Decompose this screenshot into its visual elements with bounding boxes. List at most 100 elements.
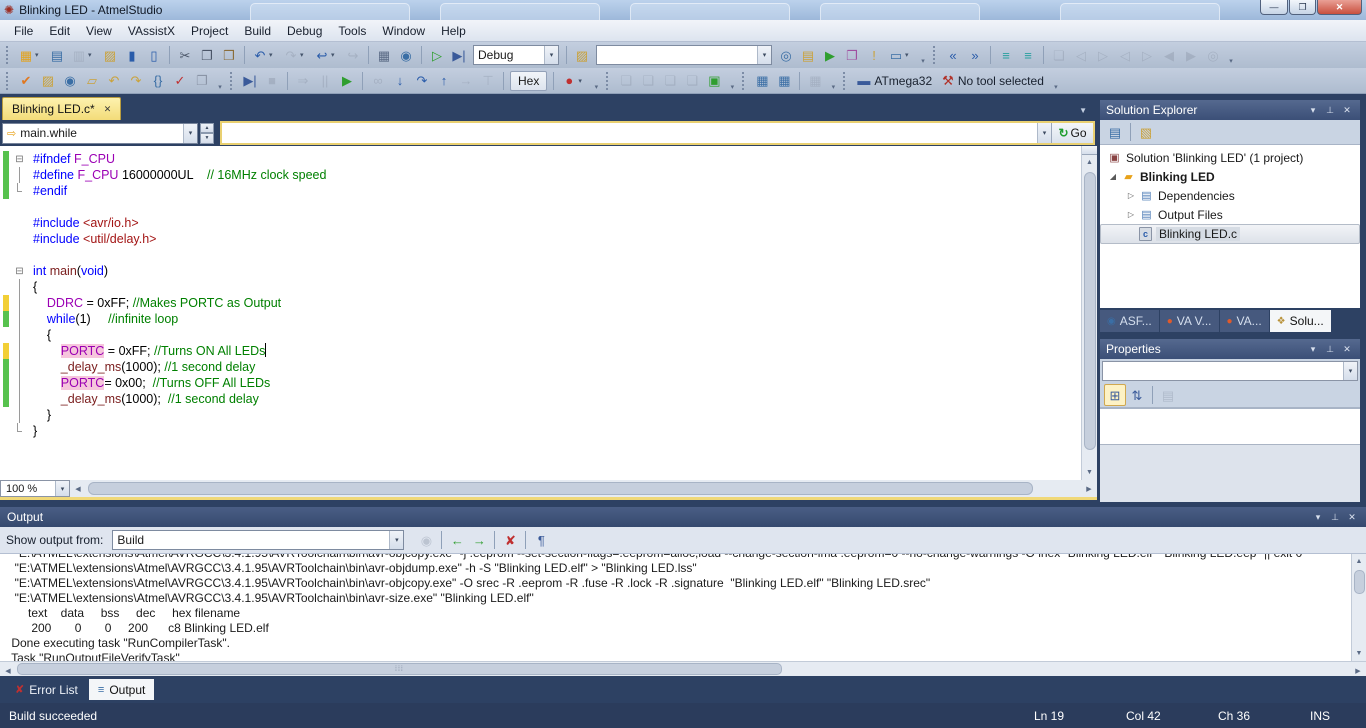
chevron-down-icon[interactable]: ▾ — [55, 481, 69, 496]
toolbar-overflow-icon[interactable]: ▾ — [215, 71, 225, 91]
previous-message-button[interactable]: ← — [446, 529, 468, 551]
fold-margin[interactable]: ⊟ — [12, 263, 27, 279]
step-over-button[interactable]: ↷ — [411, 70, 433, 92]
properties-object-combo[interactable]: ▾ — [1102, 361, 1358, 381]
window-titlebar[interactable]: ✺ Blinking LED - AtmelStudio — ❐ ✕ — [0, 0, 1366, 20]
close-icon[interactable]: ✕ — [1340, 344, 1354, 355]
navigate-combo-input[interactable] — [222, 123, 1037, 143]
tree-item[interactable]: ▣Solution 'Blinking LED' (1 project) — [1100, 148, 1360, 167]
scroll-left-icon[interactable]: ◀ — [0, 662, 16, 679]
autos-window-button[interactable]: ❏ — [637, 70, 659, 92]
uncomment-selection-button[interactable]: ≡ — [1017, 44, 1039, 66]
navigate-backward-button[interactable]: ↩ — [311, 44, 333, 66]
toolbar-grip[interactable] — [230, 72, 236, 90]
scrollbar-thumb[interactable]: ⁞⁞⁞ — [17, 663, 782, 675]
chevron-down-icon[interactable]: ▾ — [1311, 512, 1325, 523]
menu-file[interactable]: File — [6, 22, 41, 40]
new-project-button[interactable]: ▦ — [15, 44, 37, 66]
undo-button[interactable]: ↶ — [249, 44, 271, 66]
menu-tools[interactable]: Tools — [330, 22, 374, 40]
code-line-6[interactable]: #include <util/delay.h> — [0, 231, 1097, 247]
tab-close-icon[interactable]: ✕ — [104, 104, 112, 115]
toolbar-grip[interactable] — [843, 72, 849, 90]
scrollbar-thumb[interactable] — [1354, 570, 1365, 594]
toolbar-grip[interactable] — [6, 46, 12, 64]
navigate-to-button[interactable]: ▶ — [819, 44, 841, 66]
chevron-down-icon[interactable]: ▾ — [331, 51, 340, 59]
vassistx-button[interactable]: ✔ — [15, 70, 37, 92]
output-horizontal-scrollbar[interactable]: ◀ ⁞⁞⁞ ▶ — [0, 661, 1366, 676]
scrollbar-thumb[interactable] — [1084, 172, 1096, 450]
chevron-down-icon[interactable]: ▾ — [1343, 362, 1357, 380]
clear-output-button[interactable]: ✘ — [499, 529, 521, 551]
output-vertical-scrollbar[interactable]: ▲ ▼ — [1351, 554, 1366, 661]
va-open-file-button[interactable]: ▨ — [37, 70, 59, 92]
paste-button[interactable]: ❒ — [218, 44, 240, 66]
breakpoint-button[interactable]: ● — [558, 70, 580, 92]
command-window-button[interactable]: ▭ — [885, 44, 907, 66]
scroll-right-icon[interactable]: ▶ — [1081, 480, 1097, 497]
toolbar-overflow-icon[interactable]: ▾ — [828, 71, 838, 91]
expander-expanded-icon[interactable]: ◢ — [1106, 172, 1120, 181]
toolbar-overflow-icon[interactable]: ▾ — [591, 71, 601, 91]
selected-tool-button[interactable]: ⚒No tool selected — [937, 70, 1049, 92]
menu-edit[interactable]: Edit — [41, 22, 78, 40]
chevron-down-icon[interactable]: ▾ — [757, 46, 771, 64]
step-out-button[interactable]: ↑ — [433, 70, 455, 92]
run-button[interactable]: ▶ — [336, 70, 358, 92]
code-line-2[interactable]: #define F_CPU 16000000UL // 16MHz clock … — [0, 167, 1097, 183]
code-line-4[interactable] — [0, 199, 1097, 215]
output-source-combo[interactable]: Build ▾ — [112, 530, 404, 550]
output-titlebar[interactable]: Output ▾ ⊥ ✕ — [0, 507, 1366, 527]
chevron-down-icon[interactable]: ▾ — [905, 51, 914, 59]
editor-vertical-scrollbar[interactable]: ▲ ▼ — [1081, 146, 1097, 480]
va-undo-button[interactable]: ↶ — [103, 70, 125, 92]
chip-config-button[interactable]: ▦ — [773, 70, 795, 92]
chip-erase-button[interactable]: ▦ — [804, 70, 826, 92]
va-find-references-button[interactable]: ◉ — [59, 70, 81, 92]
properties-titlebar[interactable]: Properties ▾ ⊥ ✕ — [1100, 339, 1360, 359]
hex-toggle-button[interactable]: Hex — [510, 71, 547, 91]
toolbar-overflow-icon[interactable]: ▾ — [1226, 45, 1236, 65]
restore-button[interactable]: ❐ — [1289, 0, 1316, 15]
toggle-bookmark-button[interactable]: ❏ — [1048, 44, 1070, 66]
next-bookmark-folder-button[interactable]: ▷ — [1136, 44, 1158, 66]
toolbar-grip[interactable] — [606, 72, 612, 90]
se-properties-button[interactable]: ▤ — [1104, 121, 1126, 143]
panel-tab-asf[interactable]: ◉ASF... — [1100, 310, 1159, 332]
start-without-debugging-button[interactable]: ▶| — [448, 44, 470, 66]
close-icon[interactable]: ✕ — [1340, 105, 1354, 116]
continue-button[interactable]: ▶| — [239, 70, 261, 92]
close-icon[interactable]: ✕ — [1345, 512, 1359, 523]
reset-button[interactable]: ⊤ — [477, 70, 499, 92]
previous-document-button[interactable]: ◀ — [1158, 44, 1180, 66]
menu-build[interactable]: Build — [236, 22, 279, 40]
output-find-button[interactable]: ◉ — [415, 529, 437, 551]
menu-view[interactable]: View — [78, 22, 120, 40]
find-symbol-button[interactable]: ◎ — [775, 44, 797, 66]
va-snippets-button[interactable]: {} — [147, 70, 169, 92]
chevron-down-icon[interactable]: ▾ — [35, 51, 44, 59]
toolbar-overflow-icon[interactable]: ▾ — [1051, 71, 1061, 91]
chevron-down-icon[interactable]: ▾ — [544, 46, 558, 64]
find-combo[interactable]: ▾ — [596, 45, 772, 65]
go-button[interactable]: ↻ Go — [1051, 123, 1093, 143]
stop-button[interactable]: ■ — [261, 70, 283, 92]
navigate-forward-button[interactable]: ↪ — [342, 44, 364, 66]
panel-tab-va[interactable]: ●VA... — [1220, 310, 1269, 332]
toolbar-grip[interactable] — [742, 72, 748, 90]
editor-horizontal-scrollbar[interactable]: ◀ ▶ — [70, 480, 1097, 497]
va-goto-button[interactable]: ▱ — [81, 70, 103, 92]
alphabetical-button[interactable]: ⇅ — [1126, 384, 1148, 406]
zoom-combo[interactable]: 100 % ▾ — [0, 480, 70, 497]
code-line-3[interactable]: #endif — [0, 183, 1097, 199]
code-line-12[interactable]: { — [0, 327, 1097, 343]
scroll-down-icon[interactable]: ▼ — [1352, 646, 1366, 661]
previous-bookmark-button[interactable]: ◁ — [1070, 44, 1092, 66]
panel-tab-vav[interactable]: ●VA V... — [1160, 310, 1219, 332]
scroll-down-icon[interactable]: ▼ — [1082, 465, 1097, 480]
show-next-statement-button[interactable]: ⇒ — [292, 70, 314, 92]
redo-button[interactable]: ↷ — [280, 44, 302, 66]
configuration-combo[interactable]: Debug▾ — [473, 45, 559, 65]
minimize-button[interactable]: — — [1260, 0, 1288, 15]
